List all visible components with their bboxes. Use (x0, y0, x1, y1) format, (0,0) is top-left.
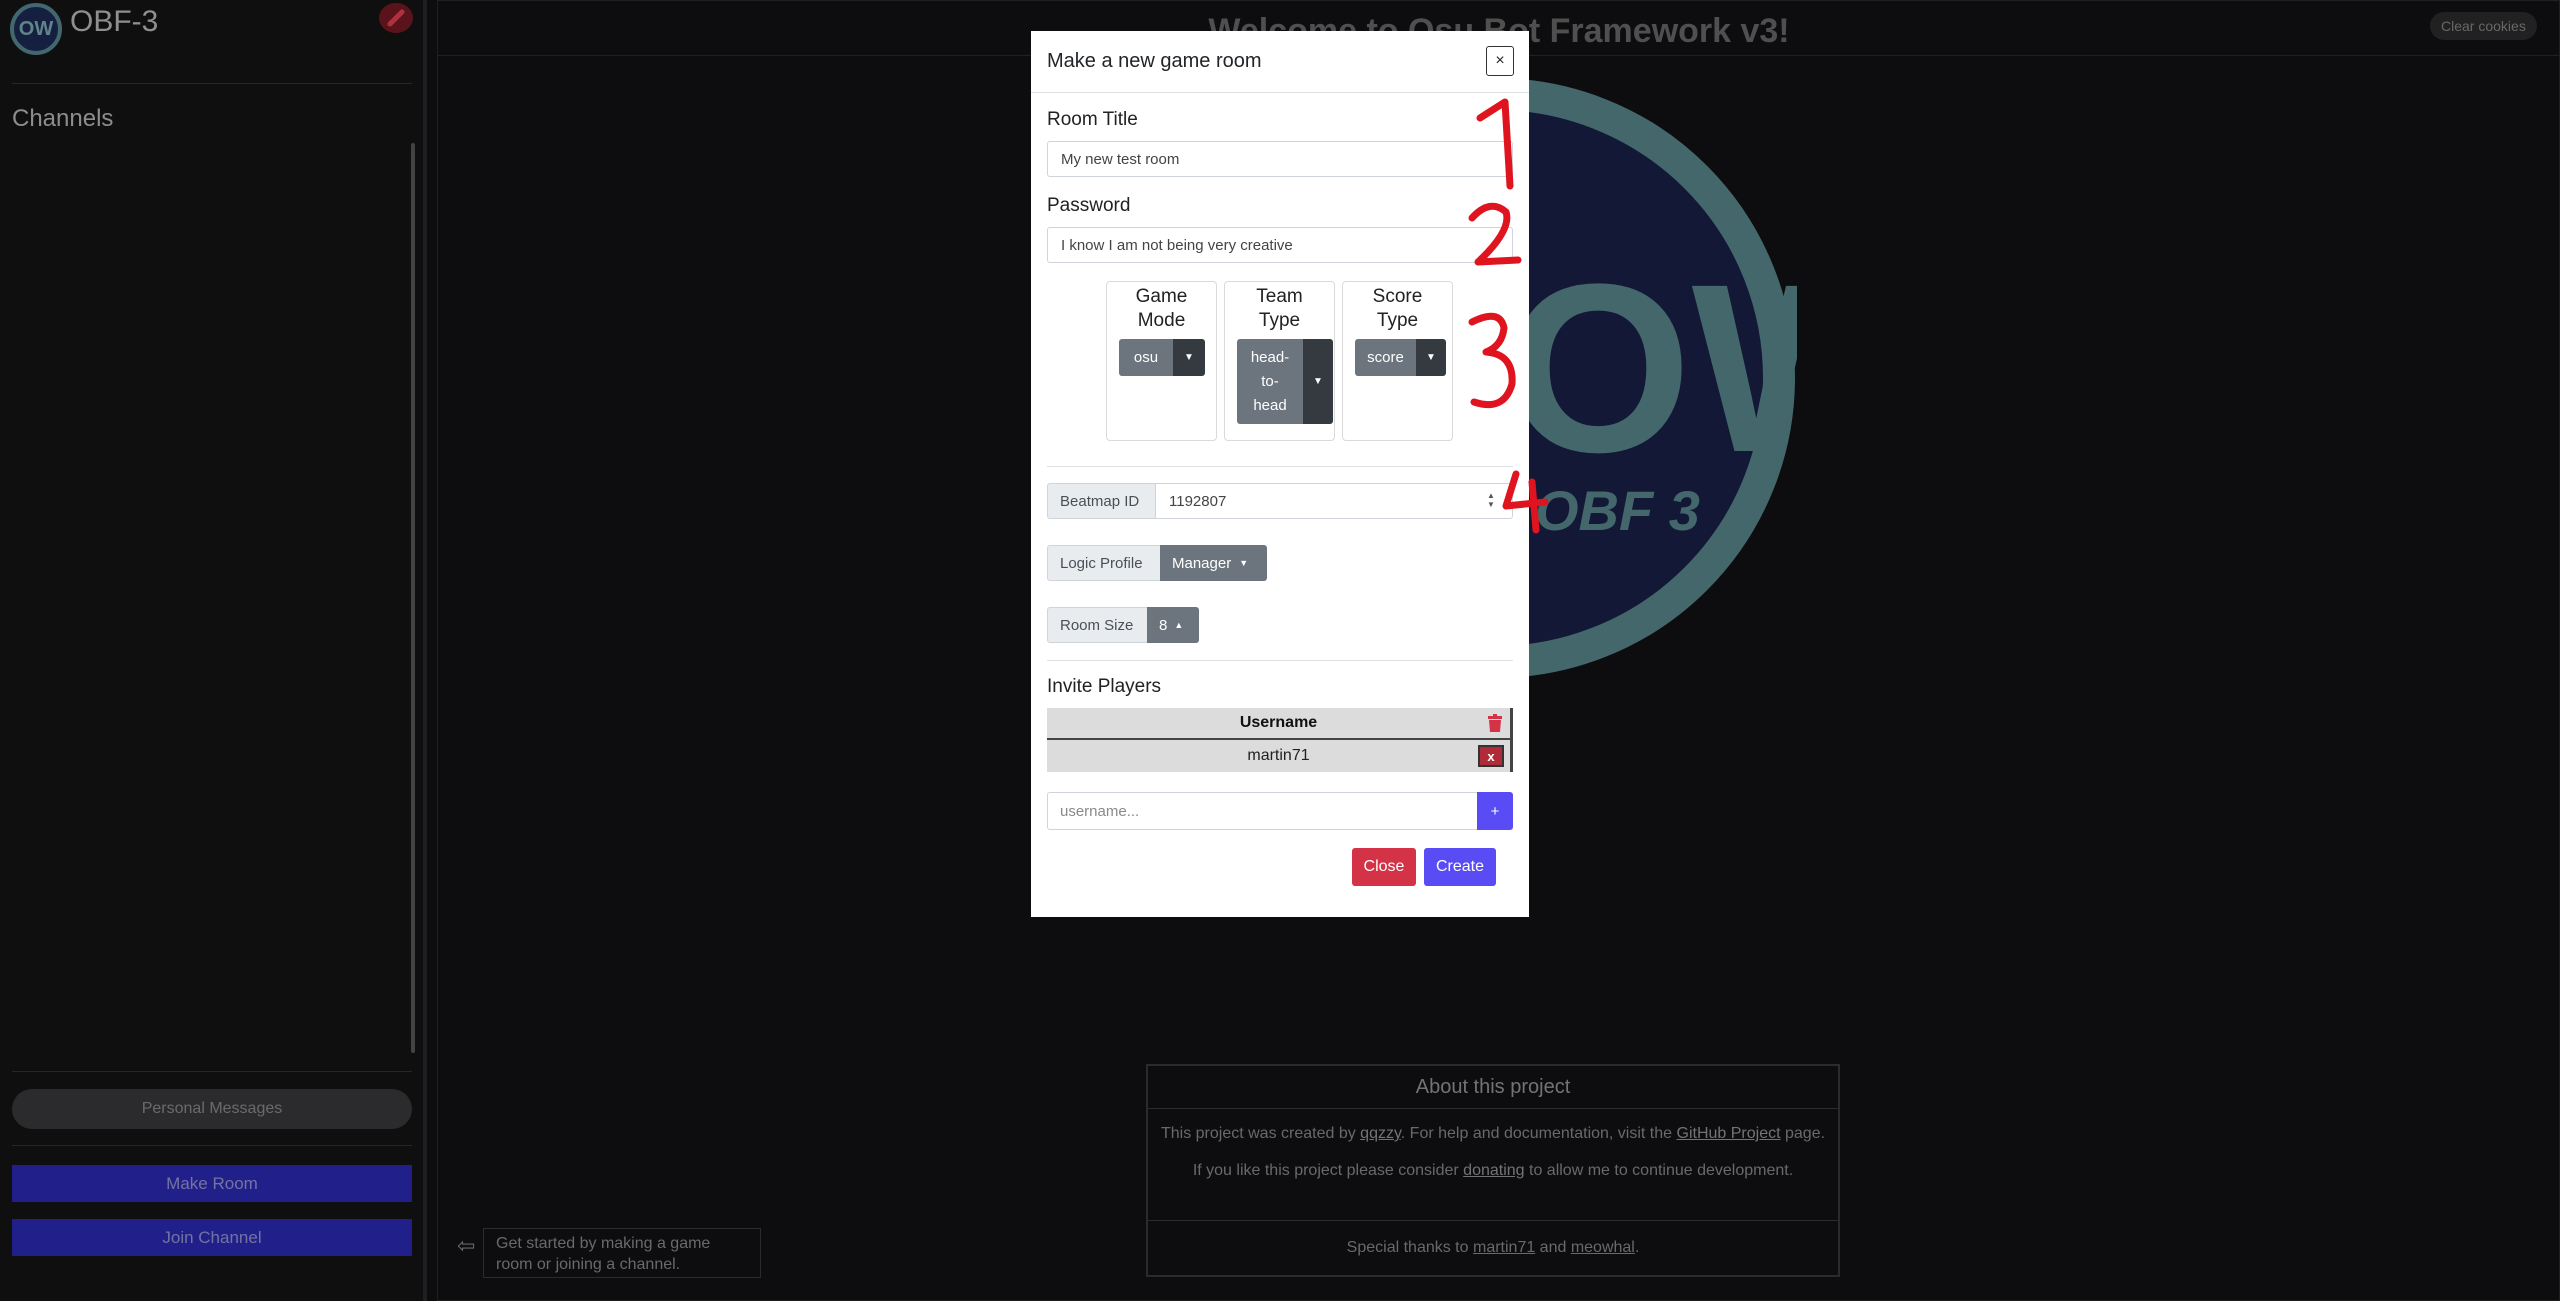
close-button[interactable]: Close (1352, 848, 1416, 886)
beatmap-id-label: Beatmap ID (1047, 483, 1156, 519)
add-player-button[interactable]: + (1477, 792, 1513, 830)
score-type-dropdown[interactable]: score ▼ (1355, 339, 1446, 376)
logic-profile-dropdown[interactable]: Manager ▼ (1160, 545, 1267, 581)
room-size-label: Room Size (1047, 607, 1148, 643)
caret-up-icon: ▲ (1174, 620, 1184, 630)
username-column-header: Username (1239, 714, 1318, 731)
team-type-title: Team Type (1256, 286, 1303, 331)
handwritten-annotations (1468, 98, 1549, 534)
game-mode-title: Game Mode (1135, 286, 1188, 331)
close-icon[interactable]: × (1486, 46, 1514, 76)
invite-table-header: Username (1047, 708, 1510, 740)
annotation-2 (1468, 202, 1522, 266)
team-type-value[interactable]: head-to-head (1237, 339, 1303, 424)
score-type-card: Score Type score ▼ (1342, 281, 1453, 441)
score-type-value[interactable]: score (1355, 339, 1416, 376)
room-title-input[interactable] (1047, 141, 1513, 177)
game-mode-card: Game Mode osu ▼ (1106, 281, 1217, 441)
create-button[interactable]: Create (1424, 848, 1496, 886)
remove-player-button[interactable]: x (1478, 745, 1504, 767)
score-type-title: Score Type (1372, 286, 1423, 331)
logic-profile-value: Manager (1172, 554, 1232, 572)
room-size-value: 8 (1159, 616, 1168, 634)
logic-profile-label: Logic Profile (1047, 545, 1161, 581)
divider (1047, 660, 1513, 661)
divider (1047, 466, 1513, 467)
game-mode-dropdown[interactable]: osu ▼ (1119, 339, 1205, 376)
trash-icon[interactable] (1488, 714, 1502, 732)
username-input[interactable] (1047, 792, 1477, 830)
chevron-down-icon[interactable]: ▼ (1303, 339, 1333, 424)
password-input[interactable] (1047, 227, 1513, 263)
game-mode-value[interactable]: osu (1119, 339, 1173, 376)
password-label: Password (1047, 195, 1131, 216)
invite-players-title: Invite Players (1047, 676, 1162, 697)
modal-header: Make a new game room (1031, 31, 1529, 93)
player-username: martin71 (1247, 747, 1310, 764)
modal-title: Make a new game room (1047, 50, 1262, 72)
chevron-down-icon[interactable]: ▼ (1416, 339, 1446, 376)
team-type-card: Team Type head-to-head ▼ (1224, 281, 1335, 441)
invite-table: Username martin71 x (1047, 708, 1513, 772)
caret-down-icon: ▼ (1239, 558, 1249, 568)
annotation-4 (1502, 470, 1549, 534)
annotation-1 (1476, 98, 1514, 190)
room-title-label: Room Title (1047, 109, 1138, 130)
table-row: martin71 x (1047, 740, 1510, 772)
team-type-dropdown[interactable]: head-to-head ▼ (1237, 339, 1333, 424)
annotation-3 (1468, 312, 1516, 409)
chevron-down-icon[interactable]: ▼ (1173, 339, 1205, 376)
room-size-dropdown[interactable]: 8 ▲ (1147, 607, 1199, 643)
